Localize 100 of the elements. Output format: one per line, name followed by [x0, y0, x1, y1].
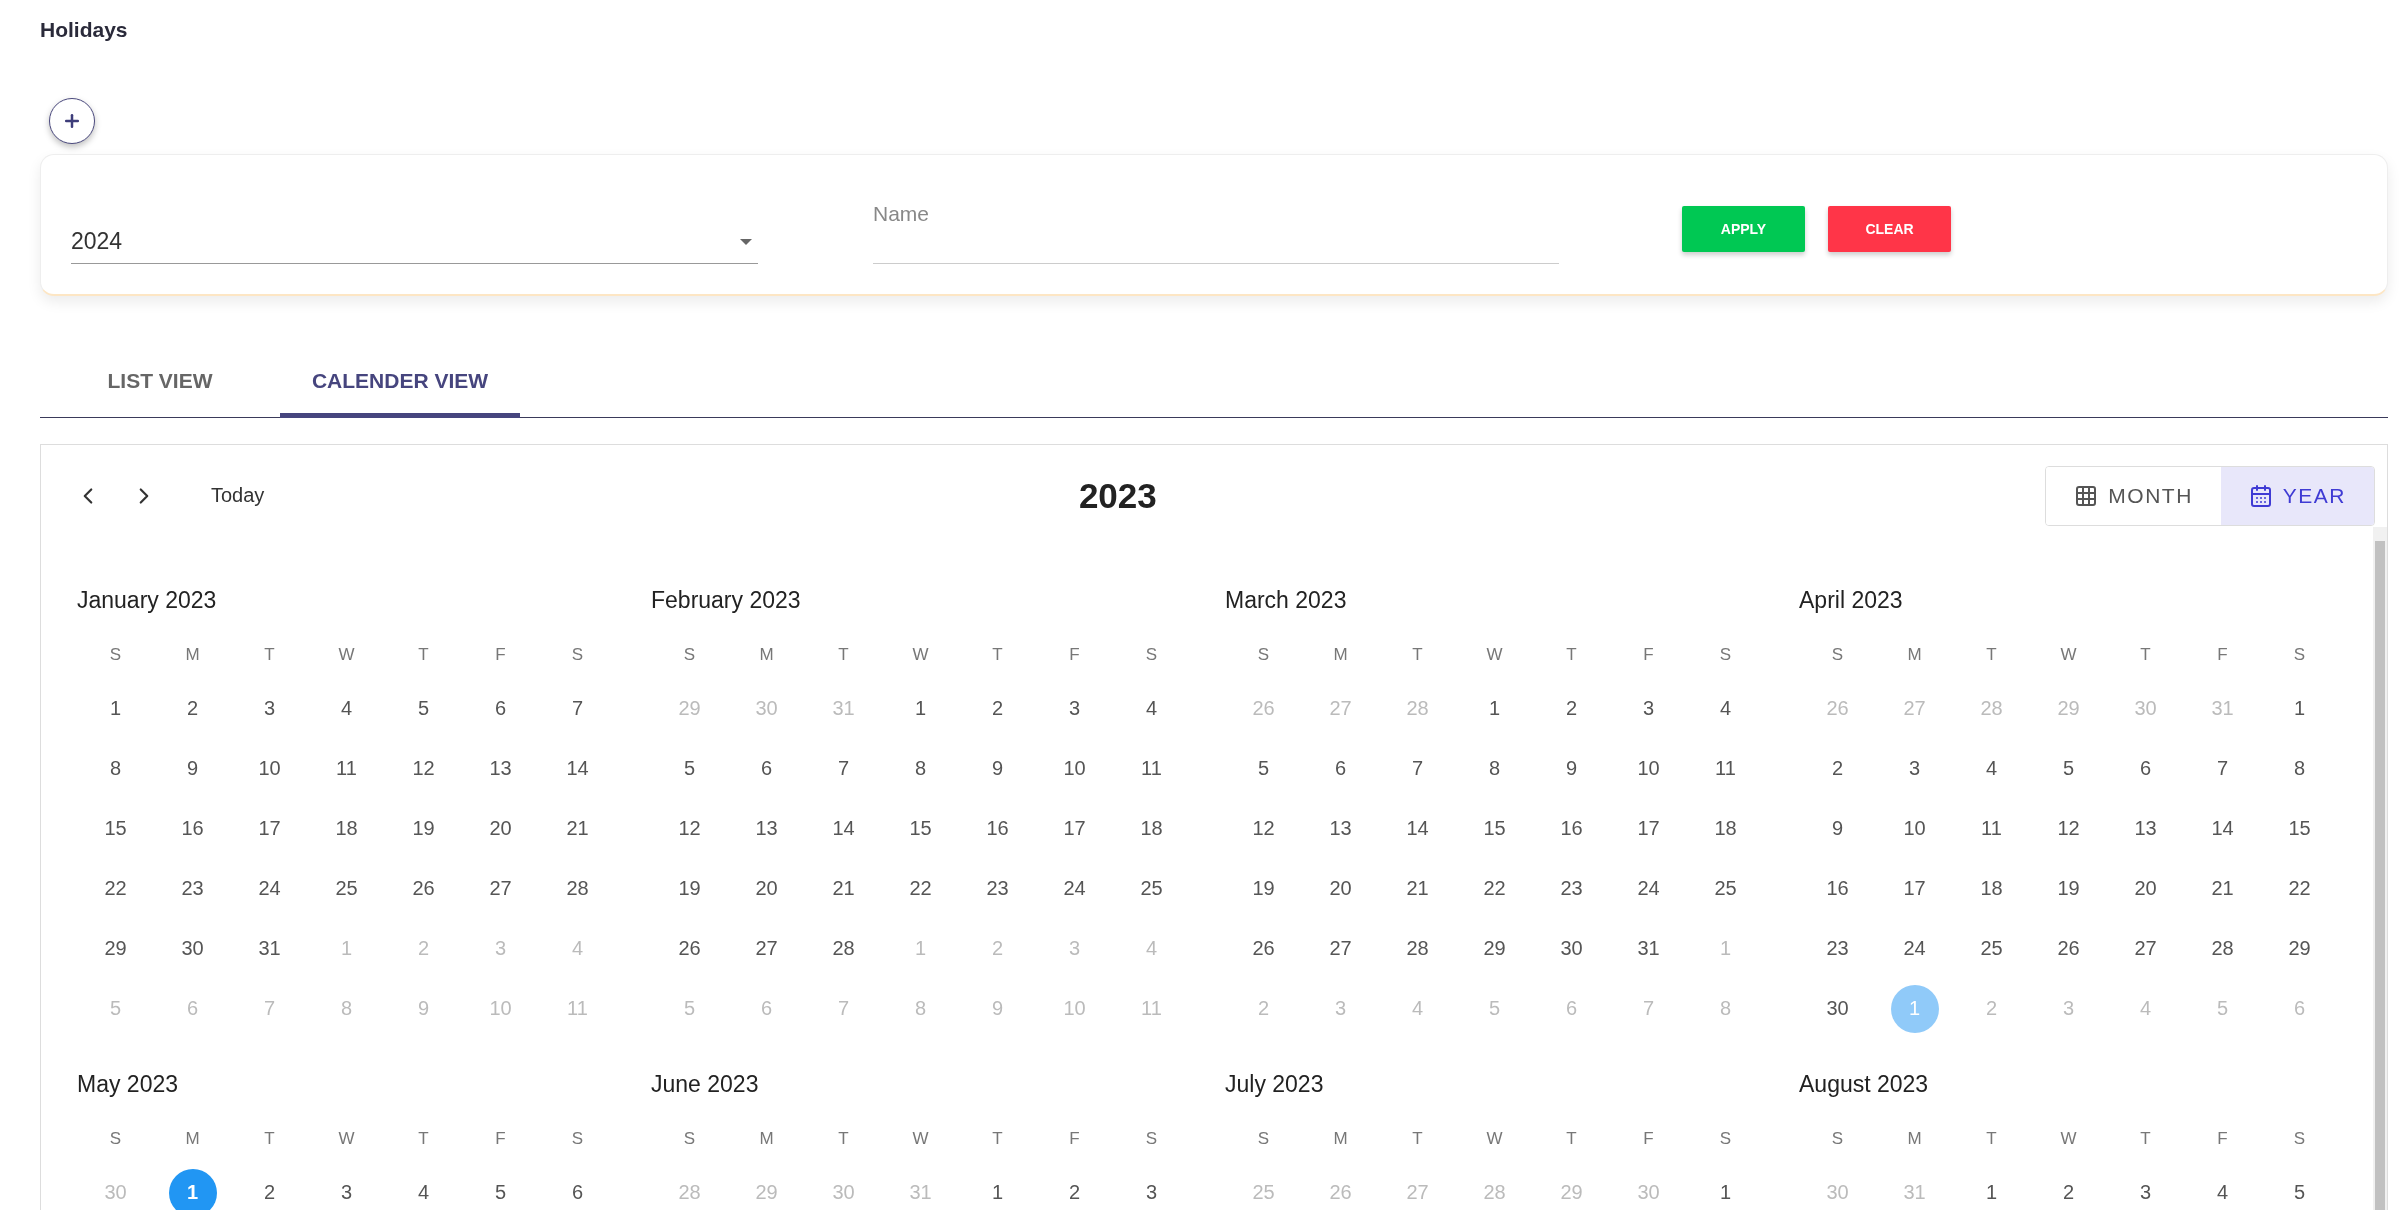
calendar-day[interactable]: 13 — [2121, 804, 2170, 853]
calendar-day[interactable]: 18 — [1967, 864, 2016, 913]
calendar-day[interactable]: 12 — [1239, 804, 1288, 853]
calendar-day[interactable]: 20 — [476, 804, 525, 853]
calendar-day[interactable]: 25 — [322, 864, 371, 913]
calendar-day[interactable]: 3 — [322, 1168, 371, 1210]
calendar-day[interactable]: 31 — [1624, 924, 1673, 973]
calendar-day[interactable]: 10 — [245, 744, 294, 793]
calendar-day[interactable]: 2 — [1813, 744, 1862, 793]
calendar-day[interactable]: 22 — [1470, 864, 1519, 913]
calendar-day[interactable]: 14 — [2198, 804, 2247, 853]
calendar-day[interactable]: 16 — [1547, 804, 1596, 853]
calendar-day[interactable]: 13 — [476, 744, 525, 793]
calendar-day[interactable]: 3 — [1624, 684, 1673, 733]
calendar-day[interactable]: 22 — [91, 864, 140, 913]
calendar-day[interactable]: 3 — [1050, 684, 1099, 733]
calendar-day[interactable]: 29 — [1470, 924, 1519, 973]
calendar-day[interactable]: 6 — [742, 744, 791, 793]
scrollbar[interactable] — [2373, 526, 2387, 1210]
clear-button[interactable]: CLEAR — [1828, 206, 1951, 252]
calendar-day[interactable]: 3 — [245, 684, 294, 733]
today-button[interactable]: Today — [205, 483, 271, 508]
calendar-day[interactable]: 8 — [91, 744, 140, 793]
calendar-day[interactable]: 5 — [476, 1168, 525, 1210]
calendar-day[interactable]: 4 — [399, 1168, 448, 1210]
calendar-day[interactable]: 10 — [1624, 744, 1673, 793]
calendar-day[interactable]: 23 — [168, 864, 217, 913]
calendar-day[interactable]: 22 — [896, 864, 945, 913]
calendar-day[interactable]: 5 — [1239, 744, 1288, 793]
calendar-day[interactable]: 17 — [1890, 864, 1939, 913]
calendar-day[interactable]: 7 — [2198, 744, 2247, 793]
name-field[interactable]: Name — [873, 194, 1559, 264]
calendar-day[interactable]: 23 — [973, 864, 1022, 913]
calendar-day[interactable]: 19 — [399, 804, 448, 853]
calendar-day[interactable]: 12 — [665, 804, 714, 853]
calendar-day[interactable]: 5 — [665, 744, 714, 793]
calendar-day[interactable]: 15 — [2275, 804, 2324, 853]
calendar-day[interactable]: 17 — [245, 804, 294, 853]
calendar-day[interactable]: 28 — [2198, 924, 2247, 973]
calendar-day[interactable]: 16 — [973, 804, 1022, 853]
calendar-day[interactable]: 27 — [1316, 924, 1365, 973]
calendar-day[interactable]: 24 — [1050, 864, 1099, 913]
calendar-day[interactable]: 4 — [1127, 684, 1176, 733]
calendar-day[interactable]: 28 — [1393, 924, 1442, 973]
calendar-day[interactable]: 20 — [1316, 864, 1365, 913]
calendar-day[interactable]: 17 — [1050, 804, 1099, 853]
calendar-day[interactable]: 16 — [1813, 864, 1862, 913]
calendar-day[interactable]: 2 — [1050, 1168, 1099, 1210]
calendar-day[interactable]: 26 — [2044, 924, 2093, 973]
calendar-day[interactable]: 7 — [819, 744, 868, 793]
calendar-day[interactable]: 1 — [1701, 1168, 1750, 1210]
calendar-day[interactable]: 19 — [1239, 864, 1288, 913]
calendar-day[interactable]: 6 — [553, 1168, 602, 1210]
calendar-day[interactable]: 25 — [1701, 864, 1750, 913]
calendar-day[interactable]: 21 — [819, 864, 868, 913]
view-tab[interactable]: LIST VIEW — [40, 347, 280, 418]
calendar-day[interactable]: 1 — [896, 684, 945, 733]
calendar-day[interactable]: 8 — [1470, 744, 1519, 793]
calendar-day[interactable]: 1 — [973, 1168, 1022, 1210]
calendar-day[interactable]: 27 — [742, 924, 791, 973]
calendar-day[interactable]: 19 — [665, 864, 714, 913]
calendar-day[interactable]: 30 — [168, 924, 217, 973]
calendar-day[interactable]: 11 — [322, 744, 371, 793]
calendar-day[interactable]: 15 — [1470, 804, 1519, 853]
calendar-day[interactable]: 1 — [1470, 684, 1519, 733]
calendar-day[interactable]: 6 — [2121, 744, 2170, 793]
calendar-day[interactable]: 16 — [168, 804, 217, 853]
calendar-day[interactable]: 2 — [245, 1168, 294, 1210]
calendar-day[interactable]: 5 — [399, 684, 448, 733]
calendar-day[interactable]: 28 — [553, 864, 602, 913]
calendar-day[interactable]: 26 — [665, 924, 714, 973]
calendar-day[interactable]: 10 — [1050, 744, 1099, 793]
calendar-day[interactable]: 5 — [2275, 1168, 2324, 1210]
calendar-day[interactable]: 17 — [1624, 804, 1673, 853]
calendar-day[interactable]: 8 — [2275, 744, 2324, 793]
calendar-day[interactable]: 6 — [1316, 744, 1365, 793]
calendar-day[interactable]: 14 — [553, 744, 602, 793]
calendar-day[interactable]: 6 — [476, 684, 525, 733]
calendar-day[interactable]: 26 — [399, 864, 448, 913]
calendar-day[interactable]: 27 — [2121, 924, 2170, 973]
calendar-day[interactable]: 2 — [168, 684, 217, 733]
calendar-day[interactable]: 13 — [1316, 804, 1365, 853]
calendar-day[interactable]: 9 — [1813, 804, 1862, 853]
calendar-day[interactable]: 24 — [245, 864, 294, 913]
calendar-day[interactable]: 2 — [973, 684, 1022, 733]
calendar-day[interactable]: 21 — [2198, 864, 2247, 913]
calendar-day[interactable]: 11 — [1967, 804, 2016, 853]
calendar-day[interactable]: 24 — [1624, 864, 1673, 913]
calendar-day[interactable]: 20 — [742, 864, 791, 913]
calendar-day[interactable]: 12 — [2044, 804, 2093, 853]
calendar-day[interactable]: 10 — [1890, 804, 1939, 853]
calendar-day[interactable]: 23 — [1813, 924, 1862, 973]
calendar-day[interactable]: 2 — [2044, 1168, 2093, 1210]
calendar-day[interactable]: 21 — [1393, 864, 1442, 913]
year-view-button[interactable]: YEAR — [2220, 466, 2374, 525]
calendar-day[interactable]: 29 — [91, 924, 140, 973]
calendar-day[interactable]: 4 — [2198, 1168, 2247, 1210]
calendar-day[interactable]: 9 — [973, 744, 1022, 793]
calendar-day[interactable]: 4 — [322, 684, 371, 733]
view-tab[interactable]: CALENDER VIEW — [280, 347, 520, 418]
